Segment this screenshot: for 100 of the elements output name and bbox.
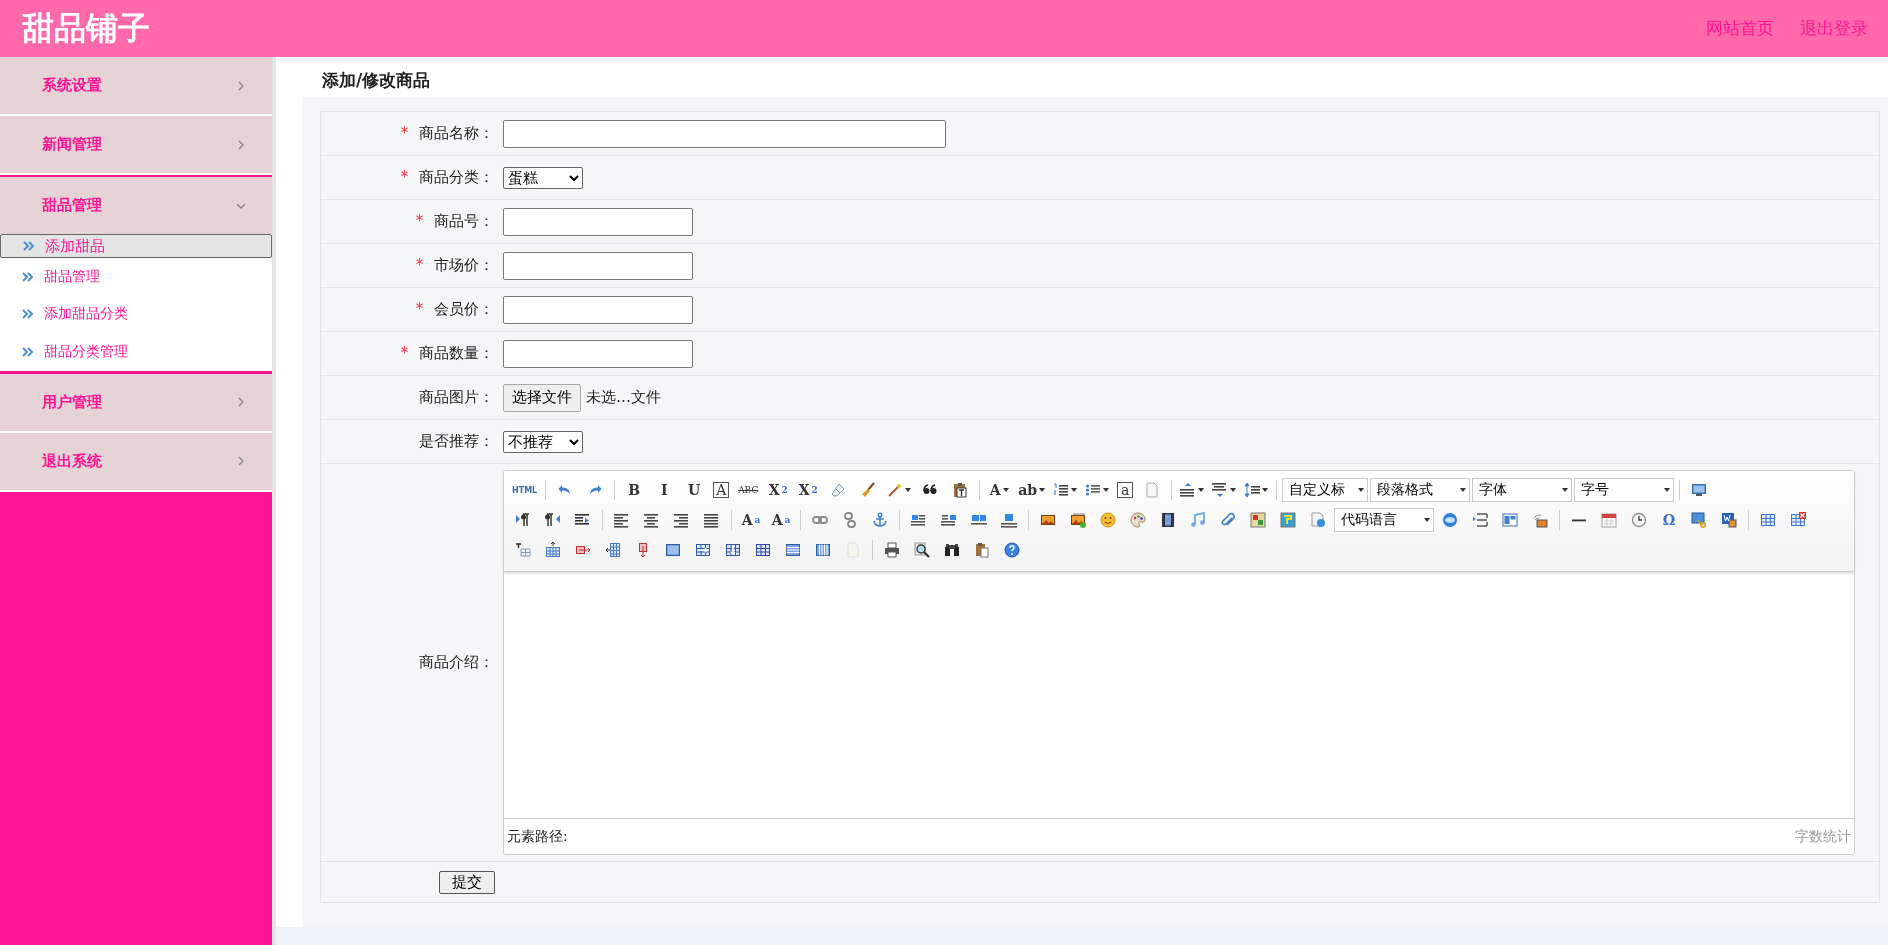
page-title: 添加/修改商品 xyxy=(321,69,432,92)
toolbar-button[interactable]: X$^{2}$ xyxy=(767,479,790,501)
eraser-icon xyxy=(830,482,847,498)
table-icon xyxy=(1760,512,1776,528)
caret-icon xyxy=(1002,488,1009,492)
double-chevron-icon xyxy=(22,271,34,282)
input-field[interactable] xyxy=(503,119,946,148)
chevron-icon xyxy=(236,397,246,407)
field-label: 商品号： xyxy=(434,212,494,230)
split-columns-icon xyxy=(815,542,831,558)
toolbar-button[interactable]: A xyxy=(988,479,1011,501)
globe-map-icon xyxy=(1280,512,1296,528)
submenu-item[interactable]: 添加甜品分类 xyxy=(0,295,272,333)
blank-page-icon xyxy=(1144,482,1161,498)
faded-page-icon xyxy=(845,542,861,558)
delete-table-icon xyxy=(1790,512,1806,528)
page-globe-icon xyxy=(1310,512,1326,528)
toolbar-button[interactable]: A$^{a}$ xyxy=(740,509,762,531)
chevron-icon xyxy=(236,80,246,91)
element-path-label: 元素路径: xyxy=(507,828,568,846)
dropdown[interactable]: 蛋糕 xyxy=(503,166,583,189)
horizontal-rule-icon xyxy=(1571,518,1587,522)
merge-down-icon xyxy=(725,542,741,558)
magic-wand-icon xyxy=(887,482,904,498)
input-field[interactable] xyxy=(503,207,693,236)
page-break-icon xyxy=(1472,512,1488,528)
toolbar-button[interactable]: HTML xyxy=(512,479,538,501)
caret-icon xyxy=(1071,488,1078,492)
toolbar-button[interactable]: I xyxy=(653,479,676,501)
calendar-icon xyxy=(1601,512,1617,528)
field-label: 是否推荐： xyxy=(419,432,494,450)
clock-icon xyxy=(1631,512,1647,528)
image-center-icon xyxy=(1001,512,1017,528)
submenu-item[interactable]: 甜品分类管理 xyxy=(0,333,272,371)
table-caption-icon xyxy=(515,542,531,558)
caret-icon xyxy=(1562,488,1569,492)
input-field[interactable] xyxy=(503,295,693,324)
caret-icon xyxy=(1460,488,1467,492)
caret-icon xyxy=(1664,488,1671,492)
broken-link-icon xyxy=(842,512,858,528)
toolbar-button[interactable]: Ω xyxy=(1658,509,1680,531)
choose-file-button[interactable]: 选择文件 xyxy=(503,383,581,412)
help-icon xyxy=(1004,542,1020,558)
toolbar-dropdown[interactable]: 自定义标 xyxy=(1282,478,1369,502)
align-center-icon xyxy=(644,512,660,528)
toolbar-dropdown[interactable]: 字号 xyxy=(1574,478,1675,502)
smiley-icon xyxy=(1100,512,1116,528)
binoculars-icon xyxy=(944,542,960,558)
spacing-down-icon xyxy=(1212,482,1229,498)
field-label: 商品数量： xyxy=(419,344,494,362)
submit-button[interactable]: 提交 xyxy=(439,870,495,894)
required-asterisk: * xyxy=(415,300,424,318)
caret-icon xyxy=(1358,488,1365,492)
indent-icon xyxy=(575,512,591,528)
line-height-icon xyxy=(1244,482,1261,498)
align-left-icon xyxy=(614,512,630,528)
submenu-item[interactable]: 甜品管理 xyxy=(0,258,272,296)
word-document-icon xyxy=(1721,512,1737,528)
anchor-icon xyxy=(872,512,888,528)
image-left-icon xyxy=(911,512,927,528)
required-asterisk: * xyxy=(400,124,409,142)
monitor-icon xyxy=(1691,482,1708,498)
music-note-icon xyxy=(1190,512,1206,528)
bullet-list-icon xyxy=(1085,482,1102,498)
clipboard-icon xyxy=(952,482,969,498)
field-label: 会员价： xyxy=(434,300,494,318)
picture-icon xyxy=(1040,512,1056,528)
film-strip-icon xyxy=(1160,512,1176,528)
toolbar-dropdown[interactable]: 段落格式 xyxy=(1370,478,1471,502)
input-field[interactable] xyxy=(503,339,693,368)
merge-cells-icon xyxy=(665,542,681,558)
field-label: 商品介绍： xyxy=(419,653,494,671)
signal-image-icon xyxy=(1532,512,1548,528)
caret-icon xyxy=(1230,488,1237,492)
input-field[interactable] xyxy=(503,251,693,280)
file-status: 未选…文件 xyxy=(586,388,661,407)
merge-right-icon xyxy=(695,542,711,558)
toolbar-button[interactable]: B xyxy=(623,479,646,501)
toolbar-button[interactable]: A xyxy=(713,482,730,498)
toolbar-button[interactable]: ABC xyxy=(737,479,760,501)
field-label: 商品名称： xyxy=(419,124,494,142)
toolbar-button[interactable]: U xyxy=(683,479,706,501)
chevron-icon xyxy=(236,456,246,466)
toolbar-dropdown[interactable]: 代码语言 xyxy=(1334,508,1434,532)
insert-column-icon xyxy=(605,542,621,558)
layout-template-icon xyxy=(1502,512,1518,528)
toolbar-button[interactable]: ab xyxy=(1018,479,1046,501)
field-label: 商品图片： xyxy=(419,388,494,406)
double-chevron-icon xyxy=(22,309,34,320)
spacing-up-icon xyxy=(1180,482,1197,498)
dropdown[interactable]: 不推荐 xyxy=(503,430,583,453)
toolbar-button[interactable]: a xyxy=(1117,482,1134,498)
palette-icon xyxy=(1130,512,1146,528)
align-right-icon xyxy=(674,512,690,528)
toolbar-button[interactable]: A$^{a}$ xyxy=(770,509,792,531)
toolbar-dropdown[interactable]: 字体 xyxy=(1472,478,1573,502)
caret-icon xyxy=(1198,488,1205,492)
right-to-left-icon xyxy=(545,512,561,528)
printer-icon xyxy=(884,542,900,558)
map-icon xyxy=(1250,512,1266,528)
